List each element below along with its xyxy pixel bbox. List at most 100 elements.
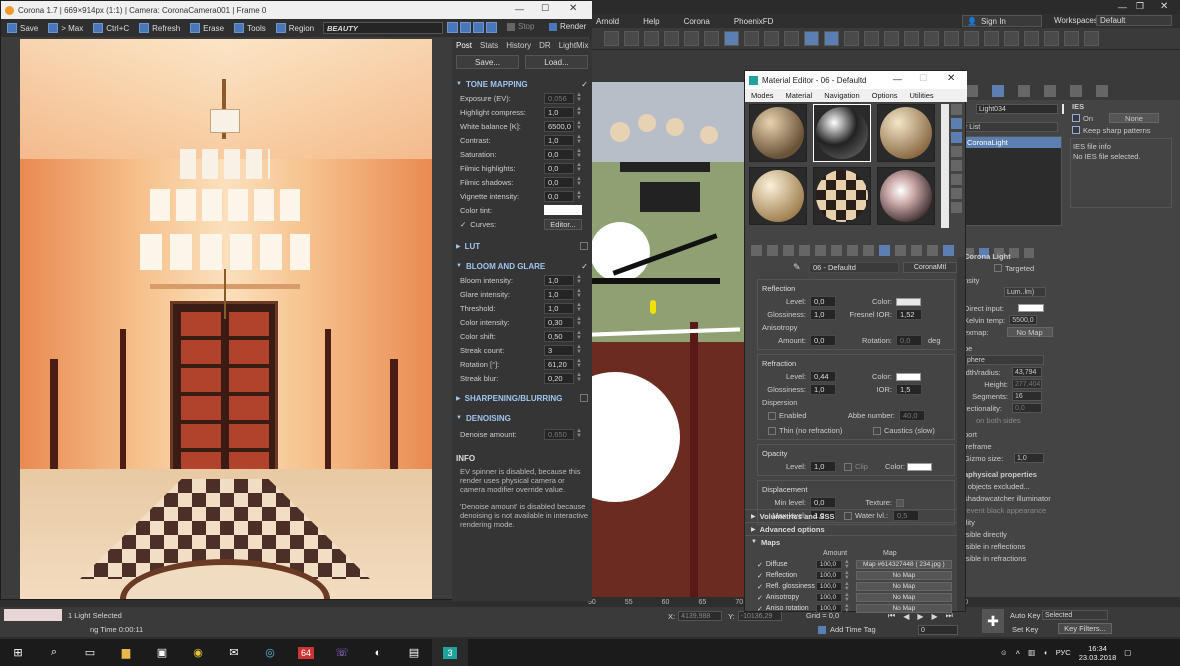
denoising-header[interactable]: ▼ DENOISING [456,411,588,425]
menu-arnold[interactable]: Arnold [596,17,619,26]
uv-tiling-icon[interactable] [951,146,962,157]
keep-sharp-checkbox[interactable] [1072,126,1080,134]
put-to-scene-icon[interactable] [767,244,778,256]
go-to-parent-icon[interactable] [911,244,922,256]
bloom-field[interactable]: 1,0 [544,274,574,286]
bloom-field[interactable]: 61,20 [544,358,574,370]
assign-material-icon[interactable] [783,244,794,256]
thin-checkbox[interactable] [768,426,776,435]
tone-mapping-spinner[interactable]: ▲ ▼ [576,148,582,160]
bloom-spinner[interactable]: ▲ ▼ [576,288,582,300]
curves-check-icon[interactable]: ✓ [460,220,466,229]
display-tab-icon[interactable] [1070,85,1082,97]
texmap-button[interactable]: No Map [1006,327,1053,337]
bloom-field[interactable]: 0,50 [544,330,574,342]
tab-stats[interactable]: Stats [480,41,498,50]
menu-help[interactable]: Help [643,17,659,26]
map-amount-field[interactable]: 100,0 [815,571,842,580]
select-by-material-icon[interactable] [951,202,962,213]
hierarchy-tab-icon[interactable] [1018,85,1030,97]
tone-mapping-field[interactable]: 0,0 [544,190,574,202]
close-icon[interactable]: ✕ [1160,1,1168,12]
kelvin-field[interactable]: 5500,0 [1009,315,1038,325]
steam-icon[interactable]: ◐ [360,639,396,666]
vfb-erase-button[interactable]: Erase [190,23,224,33]
dispersion-enabled-checkbox[interactable] [768,411,776,420]
schematic-icon[interactable] [924,31,939,46]
link-icon[interactable] [604,31,619,46]
map-slot-button[interactable]: No Map [855,593,952,602]
scale-icon[interactable] [784,31,799,46]
ies-none-button[interactable]: None [1109,113,1160,123]
minimize-icon[interactable]: — [1118,2,1127,12]
eyedropper-icon[interactable]: ✎ [793,262,803,273]
bloom-spinner[interactable]: ▲ ▼ [576,316,582,328]
opacity-color-swatch[interactable] [907,462,932,471]
sharpening-header[interactable]: ▶ SHARPENING/BLURRING [456,391,588,405]
selection-set-select[interactable]: Selected [1042,610,1108,620]
bloom-field[interactable]: 0,30 [544,316,574,328]
make-unique-mat-icon[interactable] [831,244,842,256]
refr-ior-field[interactable]: 1,5 [896,384,922,395]
height-field[interactable]: 277,404 [1012,379,1042,389]
sample-type-icon[interactable] [951,104,962,115]
refr-gloss-field[interactable]: 1,0 [810,384,836,395]
map-enabled-check-icon[interactable]: ✓ [757,594,763,602]
channel-select[interactable]: BEAUTY [323,22,443,34]
tone-mapping-spinner[interactable]: ▲ ▼ [576,106,582,118]
utilities-tab-icon[interactable] [1096,85,1108,97]
options-icon[interactable] [951,188,962,199]
material-editor-icon[interactable] [944,31,959,46]
map-slot-button[interactable]: Map #6143274​48 ( 234.jpg ) [855,560,952,569]
material-name-field[interactable]: 06 - Defaultd [809,261,899,273]
map-amount-field[interactable]: 100,0 [815,582,842,591]
tone-mapping-check-icon[interactable]: ✓ [581,80,588,89]
search-icon[interactable]: ⌕ [36,639,72,666]
clip-checkbox[interactable] [844,462,852,471]
viber-icon[interactable]: ☏ [324,639,360,666]
map-enabled-check-icon[interactable]: ✓ [757,561,763,569]
object-name-field[interactable]: Light034 [976,104,1058,114]
map-amount-spinner[interactable]: ▲ ▼ [844,603,850,614]
select-by-name-icon[interactable] [684,31,699,46]
material-type-button[interactable]: CoronaMtl [903,261,957,273]
tray-arrow-icon[interactable]: ˄ [1016,648,1020,657]
teapot-icon[interactable] [1024,31,1039,46]
tone-mapping-spinner[interactable]: ▲ ▼ [576,120,582,132]
create-tab-icon[interactable] [966,85,978,97]
map-slot-button[interactable]: No Map [855,571,952,580]
camera-icon[interactable] [1084,31,1099,46]
stack-item-coronalight[interactable]: CoronaLight [963,137,1061,148]
map-enabled-check-icon[interactable]: ✓ [757,583,763,591]
folder-icon[interactable]: ▤ [396,639,432,666]
workspaces-select[interactable]: Default [1096,15,1172,26]
map-enabled-check-icon[interactable]: ✓ [757,605,763,613]
tab-dr[interactable]: DR [539,41,551,50]
mirror-icon[interactable] [844,31,859,46]
vfb-save-button[interactable]: Save [7,23,38,33]
chrome-icon[interactable]: ◉ [180,639,216,666]
viewport-selected-light[interactable] [650,300,656,314]
volume-icon[interactable]: ◖ [1043,648,1048,657]
bloom-field[interactable]: 1,0 [544,302,574,314]
map-slot-button[interactable]: No Map [855,604,952,613]
denoise-amount-field[interactable]: 0,650 [544,428,574,440]
rect-select-icon[interactable] [704,31,719,46]
abbe-number-field[interactable]: 40,0 [899,410,925,421]
key-filters-button[interactable]: Key Filters... [1058,623,1112,634]
snap-icon[interactable] [804,31,819,46]
sample-slot-6[interactable] [877,167,935,225]
targeted-checkbox[interactable] [994,264,1002,272]
gizmo-field[interactable]: 1,0 [1014,453,1044,463]
shape-select[interactable]: phere [964,355,1044,365]
task-view-icon[interactable]: ▭ [72,639,108,666]
network-icon[interactable]: ▥ [1028,648,1035,657]
sharpening-checkbox[interactable] [580,394,588,402]
motion-tab-icon[interactable] [1044,85,1056,97]
mated-close-icon[interactable]: ✕ [947,73,955,84]
map-enabled-check-icon[interactable]: ✓ [757,572,763,580]
select-icon[interactable] [664,31,679,46]
curves-editor-button[interactable]: Editor... [544,218,582,230]
tone-mapping-spinner[interactable]: ▲ ▼ [576,190,582,202]
bloom-header[interactable]: ▼ BLOOM AND GLARE ✓ [456,259,588,273]
